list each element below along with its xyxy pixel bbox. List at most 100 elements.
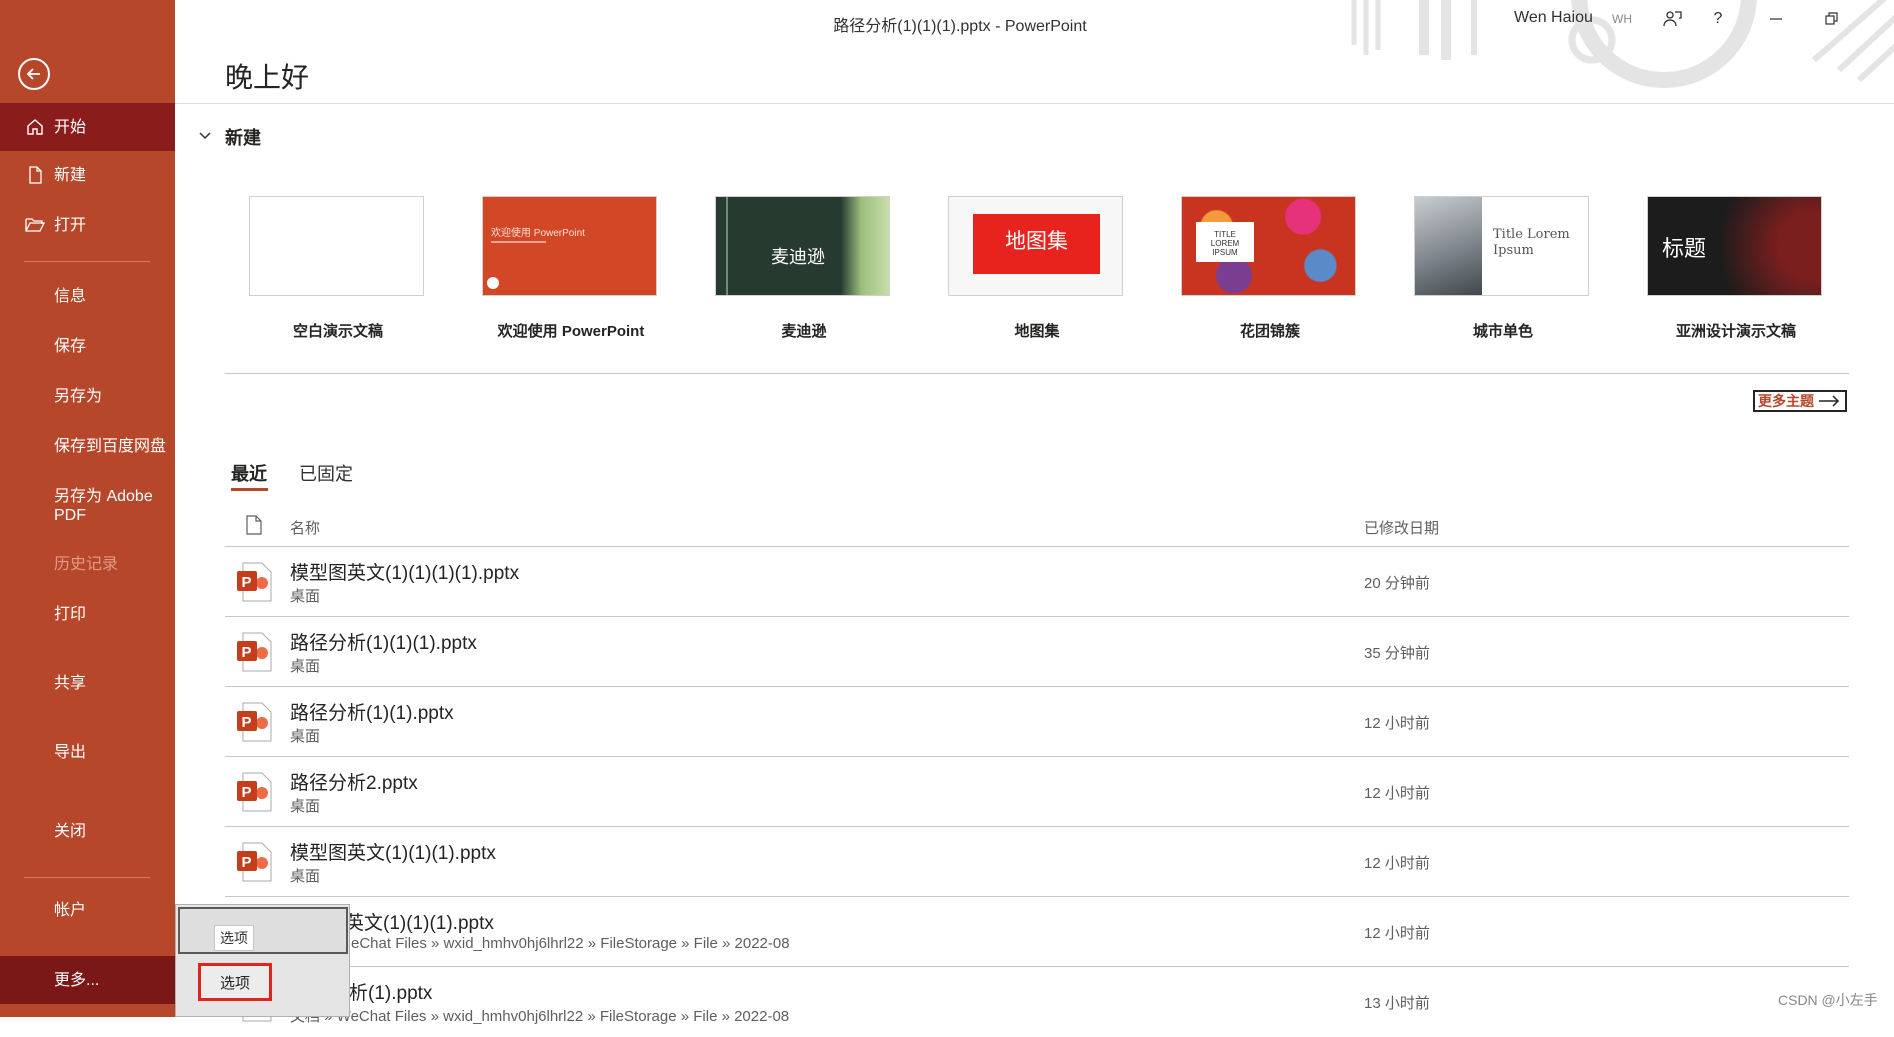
tab-pinned[interactable]: 已固定 <box>299 460 353 486</box>
sidebar-item-label: 导出 <box>54 743 87 761</box>
template-thumbnail: 欢迎使用 PowerPoint <box>482 196 657 296</box>
file-row[interactable]: P 析(1).pptx 文档 » WeChat Files » wxid_hmh… <box>225 966 1849 1037</box>
sidebar-item-history[interactable]: 历史记录 <box>0 544 175 584</box>
template-floral[interactable]: TITLE LOREM IPSUM 花团锦簇 <box>1181 196 1359 341</box>
file-name: 路径分析2.pptx <box>290 773 418 794</box>
sidebar-item-open[interactable]: 打开 <box>0 205 175 245</box>
file-location: 桌面 <box>290 658 321 675</box>
more-menu-popup: 选项 选项 <box>175 904 350 1017</box>
sidebar-item-label: 另存为 <box>54 387 103 405</box>
more-themes-label: 更多主题 <box>1758 393 1814 409</box>
sidebar-item-label: 打开 <box>54 216 87 234</box>
powerpoint-file-icon: P <box>235 701 273 743</box>
sidebar-item-account[interactable]: 帐户 <box>0 890 175 930</box>
column-header-name[interactable]: 名称 <box>290 517 320 538</box>
sidebar-item-label: 信息 <box>54 287 87 305</box>
sidebar-item-more[interactable]: 更多... <box>0 956 175 1004</box>
column-header-date[interactable]: 已修改日期 <box>1364 517 1439 538</box>
options-menu-item[interactable]: 选项 <box>198 963 272 1001</box>
file-name: 路径分析(1)(1).pptx <box>290 703 454 724</box>
user-name[interactable]: Wen Haiou <box>1514 9 1593 27</box>
sidebar-item-print[interactable]: 打印 <box>0 594 175 634</box>
more-themes-link[interactable]: 更多主题 <box>1753 390 1847 412</box>
svg-text:P: P <box>242 784 252 801</box>
sidebar-item-info[interactable]: 信息 <box>0 276 175 316</box>
template-welcome[interactable]: 欢迎使用 PowerPoint 欢迎使用 PowerPoint <box>482 196 660 341</box>
file-row[interactable]: P 路径分析(1)(1)(1).pptx 桌面 35 分钟前 <box>225 616 1849 687</box>
restore-icon[interactable] <box>1816 6 1848 32</box>
template-thumb-text: 麦迪逊 <box>771 247 825 267</box>
sidebar-item-share[interactable]: 共享 <box>0 663 175 703</box>
file-location: 桌面 <box>290 728 321 745</box>
template-thumbnail: 麦迪逊 <box>715 196 890 296</box>
sidebar-item-save-as-adobe-pdf[interactable]: 另存为 Adobe PDF <box>0 484 175 528</box>
arrow-right-icon <box>1819 395 1840 407</box>
template-thumbnail: Title Lorem Ipsum <box>1414 196 1589 296</box>
sidebar-item-label: 历史记录 <box>54 555 119 573</box>
file-location: 文档 » WeChat Files » wxid_hmhv0hj6lhrl22 … <box>290 1008 790 1025</box>
sidebar-divider <box>24 877 150 878</box>
powerpoint-file-icon: P <box>235 841 273 883</box>
new-section-title: 新建 <box>225 128 261 148</box>
file-location: 桌面 <box>290 868 321 885</box>
template-thumbnail: 地图集 <box>948 196 1123 296</box>
file-location: 桌面 <box>290 588 321 605</box>
template-thumb-text: 地图集 <box>1005 230 1068 253</box>
svg-text:P: P <box>242 574 252 591</box>
svg-text:P: P <box>242 854 252 871</box>
new-document-icon <box>24 164 46 186</box>
template-thumb-text: Title Lorem Ipsum <box>1493 227 1570 258</box>
file-name: 模型图英文(1)(1)(1)(1).pptx <box>290 563 520 584</box>
template-atlas[interactable]: 地图集 地图集 <box>948 196 1126 341</box>
template-label: 亚洲设计演示文稿 <box>1675 323 1796 340</box>
template-label: 花团锦簇 <box>1239 323 1300 340</box>
powerpoint-file-icon: P <box>235 631 273 673</box>
file-name: 路径分析(1)(1)(1).pptx <box>290 633 477 654</box>
template-madison[interactable]: 麦迪逊 麦迪逊 <box>715 196 893 341</box>
template-label: 麦迪逊 <box>781 323 827 340</box>
file-row[interactable]: P 模型图英文(1)(1)(1)(1).pptx 桌面 20 分钟前 <box>225 546 1849 617</box>
file-modified-date: 20 分钟前 <box>1364 575 1430 592</box>
back-arrow-icon[interactable] <box>18 58 50 90</box>
sidebar-item-label: 帐户 <box>54 901 87 919</box>
tab-underline <box>231 488 268 491</box>
template-asia-design[interactable]: 标题 亚洲设计演示文稿 <box>1647 196 1825 341</box>
thumb-photo <box>1415 197 1482 295</box>
sidebar-item-label: 更多... <box>54 971 100 989</box>
sidebar-divider <box>24 261 150 262</box>
help-icon[interactable]: ? <box>1702 6 1734 32</box>
sidebar-item-close[interactable]: 关闭 <box>0 811 175 851</box>
file-name: 英文(1)(1)(1).pptx <box>345 913 494 934</box>
avatar[interactable]: WH <box>1606 8 1638 30</box>
minimize-icon[interactable] <box>1760 6 1792 32</box>
file-row[interactable]: P 英文(1)(1)(1).pptx eChat Files » wxid_hm… <box>225 896 1849 967</box>
sidebar-item-save-to-baidu[interactable]: 保存到百度网盘 <box>0 426 175 466</box>
chevron-down-icon[interactable] <box>195 126 215 146</box>
sidebar-item-export[interactable]: 导出 <box>0 732 175 772</box>
sidebar-item-save-as[interactable]: 另存为 <box>0 376 175 416</box>
file-row[interactable]: P 路径分析2.pptx 桌面 12 小时前 <box>225 756 1849 827</box>
template-label: 地图集 <box>1014 323 1060 340</box>
watermark: CSDN @小左手 <box>1778 992 1878 1008</box>
open-folder-icon <box>24 214 46 236</box>
template-label: 欢迎使用 PowerPoint <box>497 323 645 340</box>
sidebar-item-new[interactable]: 新建 <box>0 155 175 195</box>
sidebar-item-home[interactable]: 开始 <box>0 103 175 151</box>
file-name: 析(1).pptx <box>349 983 433 1004</box>
file-location: 桌面 <box>290 798 321 815</box>
file-row[interactable]: P 路径分析(1)(1).pptx 桌面 12 小时前 <box>225 686 1849 757</box>
header-divider <box>175 103 1894 104</box>
powerpoint-logo-icon <box>487 277 499 289</box>
sidebar-item-label: 开始 <box>54 118 87 136</box>
file-row[interactable]: P 模型图英文(1)(1)(1).pptx 桌面 12 小时前 <box>225 826 1849 897</box>
template-blank[interactable]: 空白演示文稿 <box>249 196 427 341</box>
sidebar-item-label: 另存为 Adobe PDF <box>54 488 153 524</box>
template-city-mono[interactable]: Title Lorem Ipsum 城市单色 <box>1414 196 1592 341</box>
template-thumbnail: 标题 <box>1647 196 1822 296</box>
sidebar-item-save[interactable]: 保存 <box>0 326 175 366</box>
template-thumb-text: 欢迎使用 PowerPoint <box>491 228 585 239</box>
sidebar-item-label: 打印 <box>54 605 87 623</box>
coauthor-icon[interactable] <box>1656 6 1688 32</box>
tab-recent[interactable]: 最近 <box>231 460 267 486</box>
thumb-line-decoration <box>726 197 728 295</box>
